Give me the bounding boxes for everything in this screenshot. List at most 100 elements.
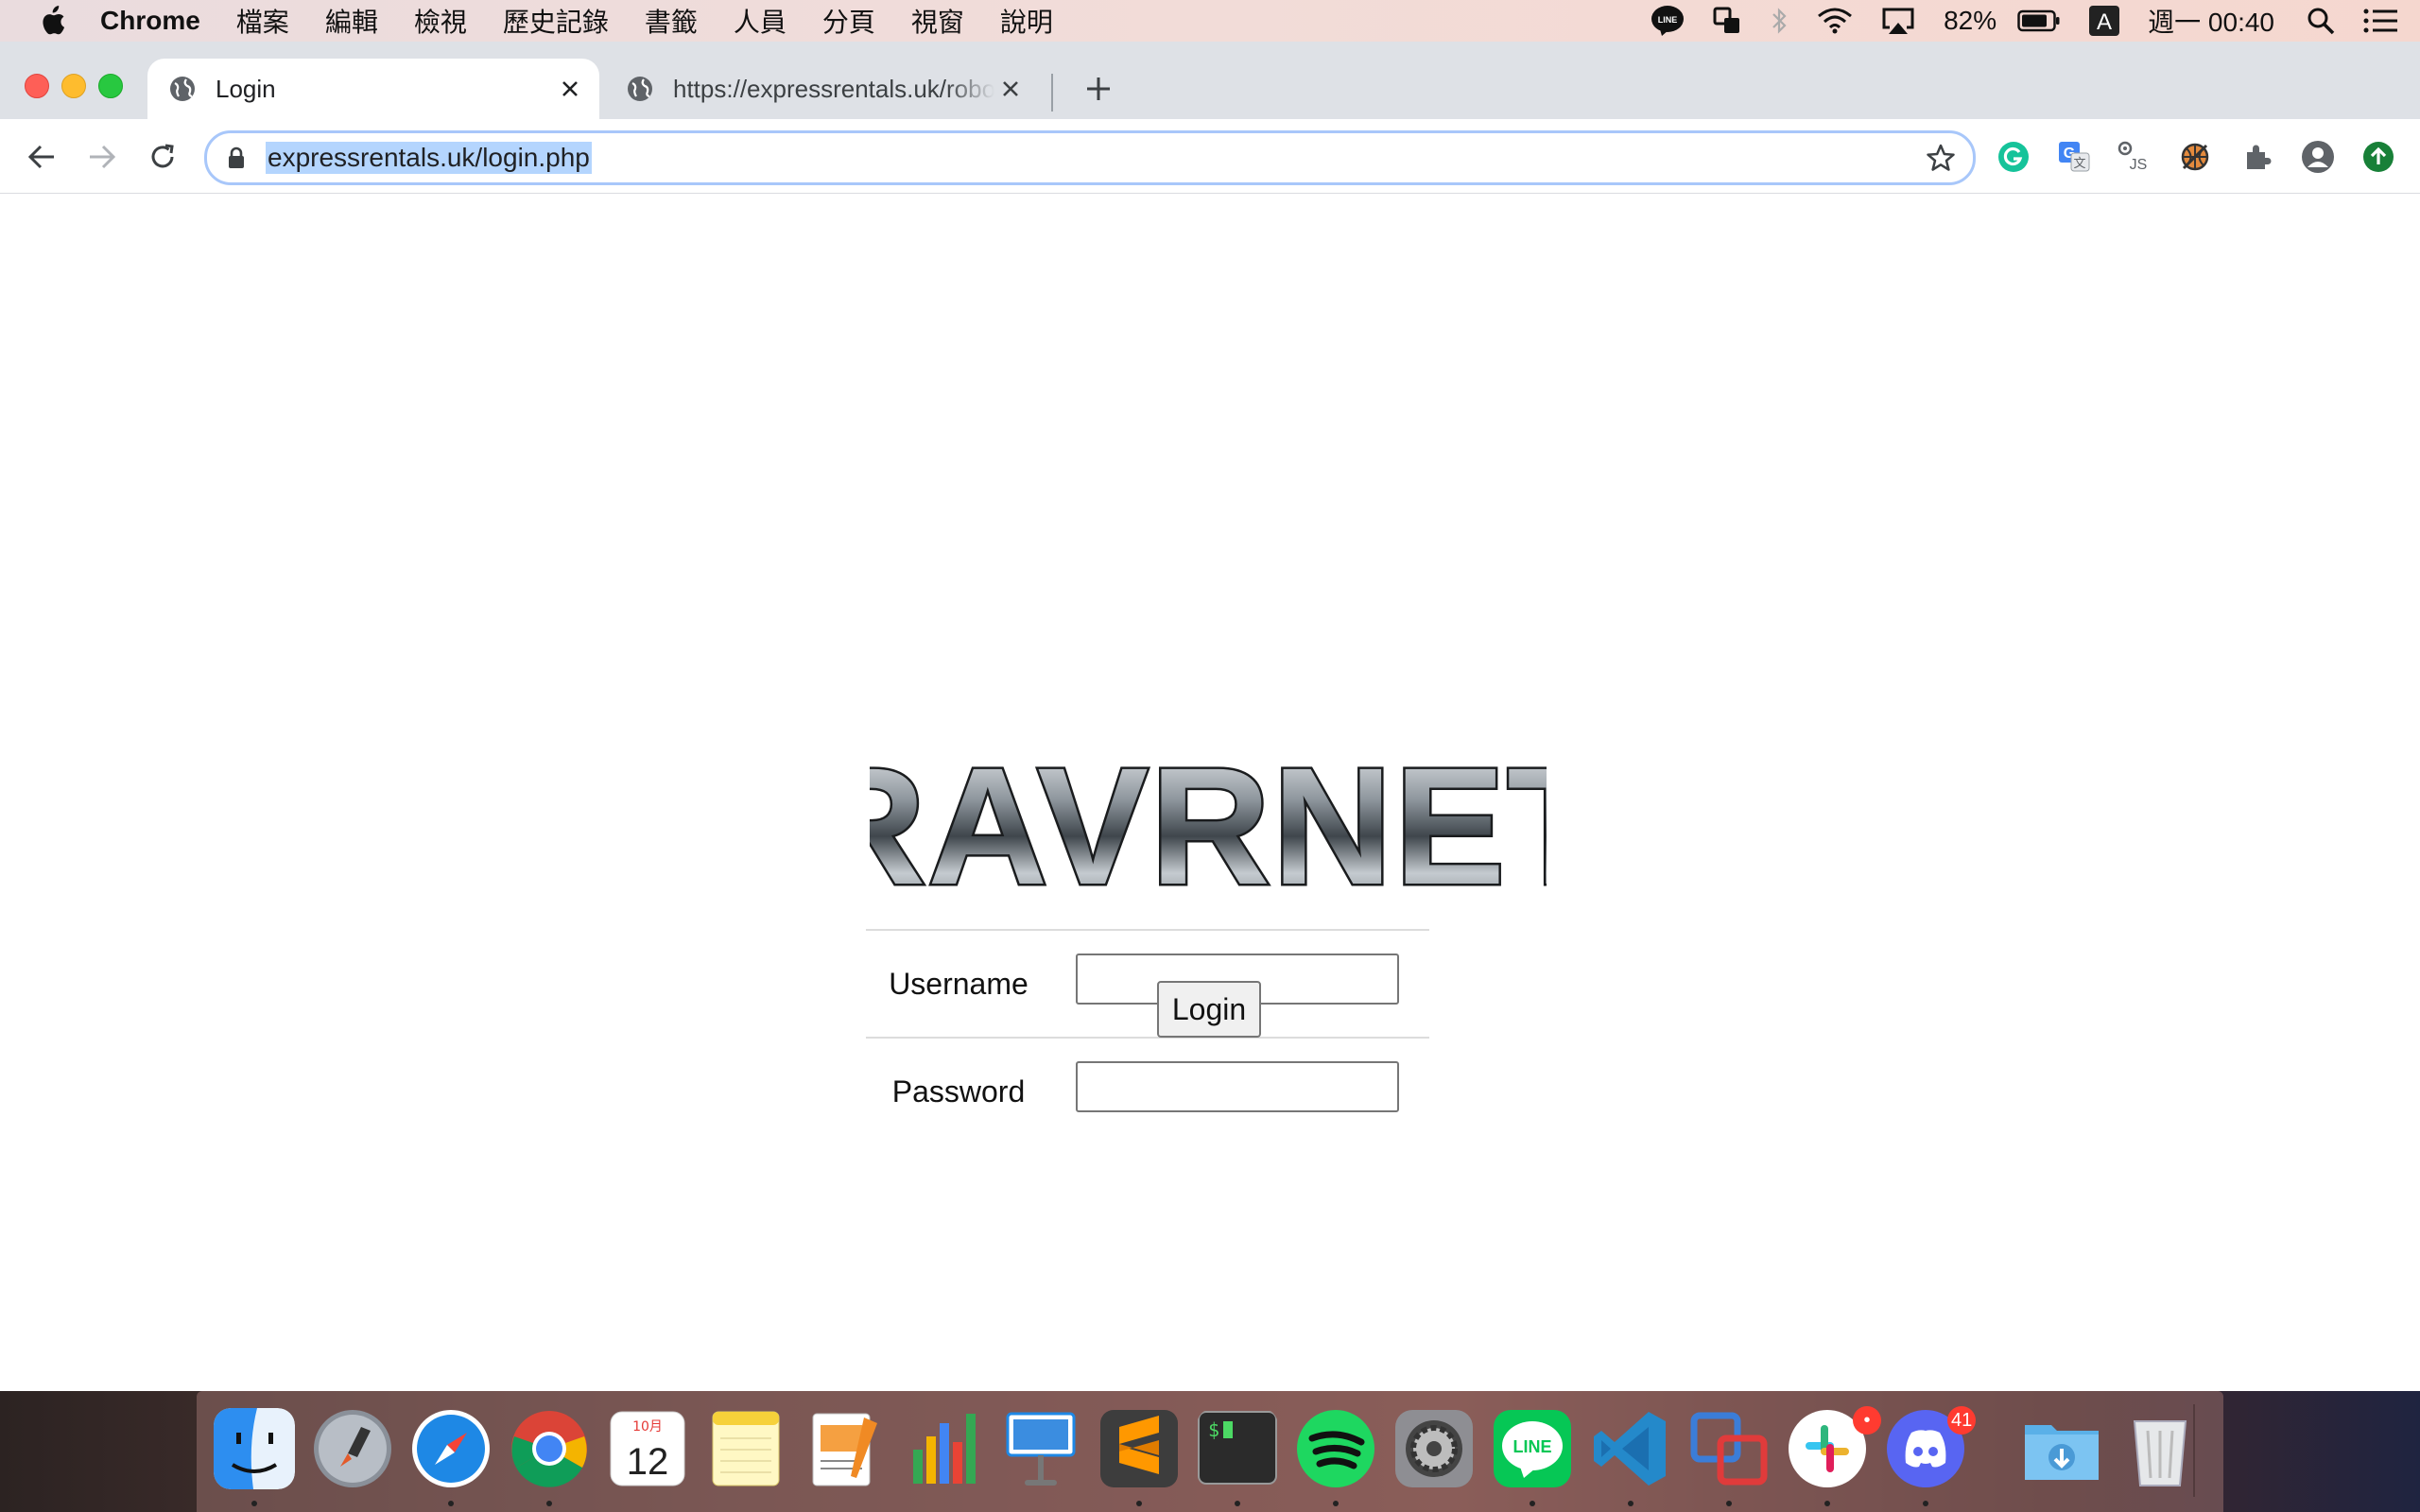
line-status-icon[interactable]: LINE xyxy=(1651,5,1685,37)
js-extension-icon[interactable]: JS xyxy=(2116,138,2153,176)
menu-app-name[interactable]: Chrome xyxy=(100,6,200,36)
running-indicator xyxy=(546,1501,552,1506)
launchpad-icon[interactable] xyxy=(312,1408,393,1489)
running-indicator xyxy=(251,1501,257,1506)
spotify-icon[interactable] xyxy=(1295,1408,1376,1489)
system-preferences-icon[interactable] xyxy=(1393,1408,1475,1489)
menu-people[interactable]: 人員 xyxy=(734,2,786,40)
screen-share-icon[interactable] xyxy=(1713,7,1741,35)
apple-icon[interactable] xyxy=(38,5,66,37)
running-indicator xyxy=(448,1501,454,1506)
menu-file[interactable]: 檔案 xyxy=(236,2,289,40)
extensions-puzzle-icon[interactable] xyxy=(2238,138,2276,176)
password-input[interactable] xyxy=(1076,1061,1399,1112)
bookmark-star-icon[interactable] xyxy=(1926,143,1956,173)
svg-text:RAVRNET: RAVRNET xyxy=(870,751,1547,899)
svg-text:文: 文 xyxy=(2073,157,2085,171)
battery-icon[interactable] xyxy=(2017,9,2061,32)
calendar-icon[interactable]: 10月 12 xyxy=(607,1408,688,1489)
tab-title: Login xyxy=(216,74,276,103)
back-arrow-icon[interactable] xyxy=(23,138,60,176)
trash-icon[interactable] xyxy=(2119,1408,2201,1489)
safari-icon[interactable] xyxy=(410,1408,492,1489)
address-bar[interactable]: expressrentals.uk/login.php xyxy=(204,130,1976,185)
menu-window[interactable]: 視窗 xyxy=(911,2,964,40)
browser-toolbar: expressrentals.uk/login.php G文 JS xyxy=(0,119,2420,194)
username-row: Username xyxy=(866,929,1429,1037)
address-text[interactable]: expressrentals.uk/login.php xyxy=(266,142,592,174)
globe-icon xyxy=(168,75,197,103)
downloads-folder-icon[interactable] xyxy=(2021,1408,2102,1489)
svg-text:A: A xyxy=(2097,9,2112,35)
battery-percent: 82% xyxy=(1944,6,1997,35)
login-form: Username Password xyxy=(866,929,1429,1144)
forward-arrow-icon[interactable] xyxy=(83,138,121,176)
menubar-clock[interactable]: 週一 00:40 xyxy=(2148,2,2274,40)
menu-bar: Chrome 檔案 編輯 檢視 歷史記錄 書籤 人員 分頁 視窗 說明 LINE… xyxy=(0,0,2420,42)
close-window-button[interactable] xyxy=(25,74,49,98)
google-translate-icon[interactable]: G文 xyxy=(2055,138,2093,176)
vscode-icon[interactable] xyxy=(1590,1408,1671,1489)
notes-icon[interactable] xyxy=(705,1408,786,1489)
svg-text:10月: 10月 xyxy=(632,1419,663,1435)
wifi-icon[interactable] xyxy=(1817,8,1853,34)
globe-icon xyxy=(626,75,654,103)
lock-icon[interactable] xyxy=(228,146,249,170)
running-indicator xyxy=(1530,1501,1535,1506)
keynote-icon[interactable] xyxy=(1000,1408,1081,1489)
menu-edit[interactable]: 編輯 xyxy=(325,2,378,40)
running-indicator xyxy=(1824,1501,1830,1506)
svg-text:$: $ xyxy=(1208,1418,1219,1441)
ball-extension-icon[interactable] xyxy=(2176,138,2214,176)
update-arrow-icon[interactable] xyxy=(2360,138,2397,176)
menu-bookmarks[interactable]: 書籤 xyxy=(645,2,698,40)
chrome-icon[interactable] xyxy=(509,1408,590,1489)
password-row: Password xyxy=(866,1037,1429,1144)
running-indicator xyxy=(1235,1501,1240,1506)
close-tab-icon[interactable] xyxy=(994,73,1027,105)
tab-title: https://expressrentals.uk/robots.txt xyxy=(673,74,994,103)
discord-notification-badge: 41 xyxy=(1947,1406,1977,1435)
finder-icon[interactable] xyxy=(214,1408,295,1489)
minimize-window-button[interactable] xyxy=(61,74,86,98)
login-button[interactable]: Login xyxy=(1157,981,1261,1038)
running-indicator xyxy=(1923,1501,1928,1506)
sublime-text-icon[interactable] xyxy=(1098,1408,1180,1489)
pages-icon[interactable] xyxy=(804,1408,885,1489)
parallels-icon[interactable] xyxy=(1688,1408,1770,1489)
menu-view[interactable]: 檢視 xyxy=(414,2,467,40)
running-indicator xyxy=(1726,1501,1732,1506)
zoom-window-button[interactable] xyxy=(98,74,123,98)
spotlight-search-icon[interactable] xyxy=(2307,7,2335,35)
notification-center-icon[interactable] xyxy=(2363,9,2397,33)
profile-avatar-icon[interactable] xyxy=(2299,138,2337,176)
reload-icon[interactable] xyxy=(144,138,182,176)
menu-tab[interactable]: 分頁 xyxy=(822,2,875,40)
bluetooth-icon[interactable] xyxy=(1770,7,1789,35)
svg-text:12: 12 xyxy=(627,1441,669,1483)
svg-text:LINE: LINE xyxy=(1512,1437,1551,1456)
line-app-icon[interactable]: LINE xyxy=(1492,1408,1573,1489)
running-indicator xyxy=(1628,1501,1634,1506)
new-tab-button[interactable] xyxy=(1078,68,1119,110)
menu-history[interactable]: 歷史記錄 xyxy=(503,2,609,40)
tab-robots[interactable]: https://expressrentals.uk/robots.txt xyxy=(605,59,1040,119)
username-label: Username xyxy=(889,966,1028,1001)
svg-text:LINE: LINE xyxy=(1658,15,1678,25)
password-label: Password xyxy=(891,1074,1026,1108)
menu-help[interactable]: 說明 xyxy=(1000,2,1053,40)
airplay-icon[interactable] xyxy=(1881,7,1915,35)
running-indicator xyxy=(1136,1501,1142,1506)
ravrnet-logo: RAVRNET xyxy=(870,751,1547,899)
grammarly-extension-icon[interactable] xyxy=(1995,138,2032,176)
close-tab-icon[interactable] xyxy=(554,73,586,105)
terminal-icon[interactable]: $ xyxy=(1197,1408,1278,1489)
dock: 10月 12 $ LINE • 41 xyxy=(197,1391,2223,1512)
numbers-icon[interactable] xyxy=(902,1408,983,1489)
tab-strip: Login https://expressrentals.uk/robots.t… xyxy=(0,42,2420,119)
input-method-icon[interactable]: A xyxy=(2089,6,2120,36)
tab-login[interactable]: Login xyxy=(147,59,599,119)
svg-text:JS: JS xyxy=(2130,157,2148,173)
running-indicator xyxy=(1333,1501,1339,1506)
page-content: RAVRNET Username Password xyxy=(0,194,2420,1391)
